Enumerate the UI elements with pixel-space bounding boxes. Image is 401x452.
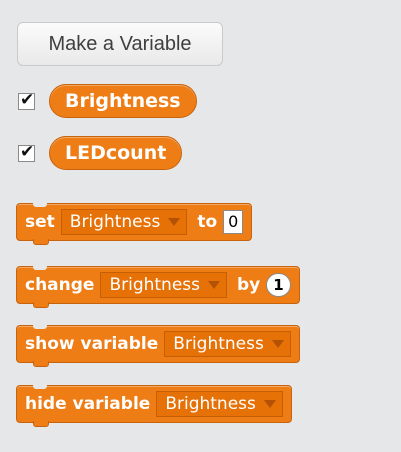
block-keyword-by: by [237, 275, 261, 295]
checkmark-icon: ✔ [20, 142, 35, 162]
change-variable-block[interactable]: change Brightness by 1 [16, 266, 300, 308]
block-keyword-set: set [25, 212, 55, 232]
set-variable-block[interactable]: set Brightness to 0 [16, 203, 253, 245]
show-variable-checkbox[interactable]: ✔ [18, 142, 35, 162]
block-keyword-show-variable: show variable [25, 334, 159, 354]
variable-dropdown[interactable]: Brightness [100, 272, 228, 298]
make-a-variable-button[interactable]: Make a Variable [17, 22, 223, 66]
value-input[interactable]: 0 [223, 210, 244, 234]
block-keyword-to: to [197, 212, 218, 232]
hide-variable-block[interactable]: hide variable Brightness [16, 385, 292, 427]
show-variable-block[interactable]: show variable Brightness [16, 325, 300, 367]
dropdown-value: Brightness [165, 394, 256, 414]
dropdown-arrow-icon [168, 218, 181, 226]
variable-dropdown[interactable]: Brightness [60, 209, 188, 235]
variable-reporter-brightness[interactable]: Brightness [49, 84, 197, 118]
dropdown-arrow-icon [208, 281, 221, 289]
dropdown-value: Brightness [69, 212, 161, 232]
value-input[interactable]: 1 [266, 273, 291, 297]
variable-dropdown[interactable]: Brightness [164, 331, 291, 357]
dropdown-value: Brightness [173, 334, 264, 354]
dropdown-arrow-icon [263, 400, 276, 408]
dropdown-value: Brightness [109, 275, 201, 295]
checkmark-icon: ✔ [20, 90, 35, 110]
variable-dropdown[interactable]: Brightness [156, 391, 283, 417]
dropdown-arrow-icon [271, 340, 284, 348]
block-keyword-change: change [25, 275, 95, 295]
variable-reporter-ledcount[interactable]: LEDcount [49, 136, 183, 170]
show-variable-checkbox[interactable]: ✔ [18, 90, 35, 110]
variables-palette: Make a Variable ✔ Brightness ✔ LEDcount … [0, 0, 401, 452]
block-keyword-hide-variable: hide variable [25, 394, 151, 414]
